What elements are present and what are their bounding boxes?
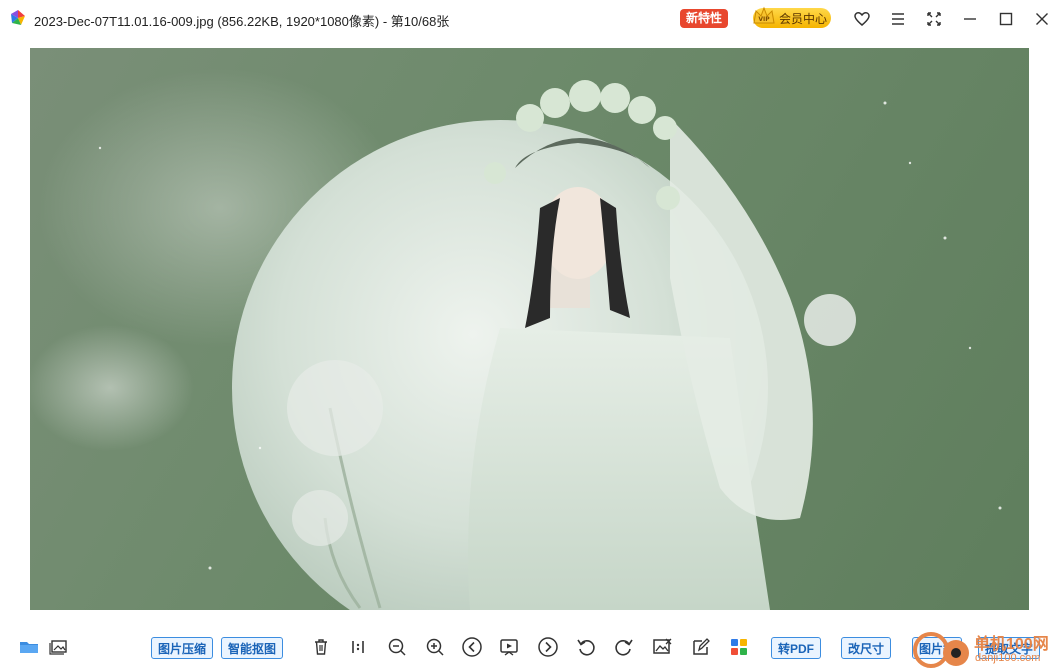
zoom-out-icon[interactable] — [386, 636, 408, 658]
close-icon[interactable] — [1032, 9, 1052, 29]
actual-size-icon[interactable] — [347, 636, 369, 658]
watermark-url: danji100.com — [975, 652, 1041, 664]
dandelion-right — [804, 294, 856, 346]
new-features-button[interactable]: 新特性 — [680, 9, 729, 28]
rotate-left-icon[interactable] — [575, 636, 597, 658]
maximize-icon[interactable] — [996, 9, 1016, 29]
rotate-right-icon[interactable] — [613, 636, 635, 658]
previous-icon[interactable] — [461, 636, 483, 658]
title-bar: 2023-Dec-07T11.01.16-009.jpg (856.22KB, … — [0, 0, 1060, 38]
window-title: 2023-Dec-07T11.01.16-009.jpg (856.22KB, … — [34, 14, 450, 29]
convert-to-pdf-button[interactable]: 转PDF — [771, 637, 822, 659]
gallery-icon[interactable] — [48, 636, 70, 658]
minimize-icon[interactable] — [960, 9, 980, 29]
app-logo-icon — [11, 10, 25, 25]
vip-crown-icon: VIP — [753, 6, 775, 24]
resize-button[interactable]: 改尺寸 — [841, 637, 892, 659]
photo-illustration — [98, 80, 1002, 610]
slideshow-icon[interactable] — [498, 636, 520, 658]
watermark-title: 单机100网 — [974, 636, 1049, 653]
folder-icon[interactable] — [18, 636, 40, 658]
apps-grid-icon[interactable] — [728, 636, 750, 658]
vip-crown-text: VIP — [758, 16, 770, 23]
next-icon[interactable] — [537, 636, 559, 658]
vip-center-label: 会员中心 — [779, 11, 828, 26]
vip-center-button[interactable]: VIP 会员中心 — [753, 6, 831, 28]
delete-icon[interactable] — [310, 636, 332, 658]
menu-icon[interactable] — [888, 9, 908, 29]
compress-image-button[interactable]: 图片压缩 — [151, 637, 214, 659]
fullscreen-icon[interactable] — [924, 9, 944, 29]
smart-cutout-button[interactable]: 智能抠图 — [221, 637, 284, 659]
annotate-icon[interactable] — [690, 636, 712, 658]
image-edit-icon[interactable] — [651, 636, 673, 658]
photo-display[interactable] — [30, 48, 1029, 610]
zoom-in-icon[interactable] — [424, 636, 446, 658]
heart-icon[interactable] — [852, 9, 872, 29]
